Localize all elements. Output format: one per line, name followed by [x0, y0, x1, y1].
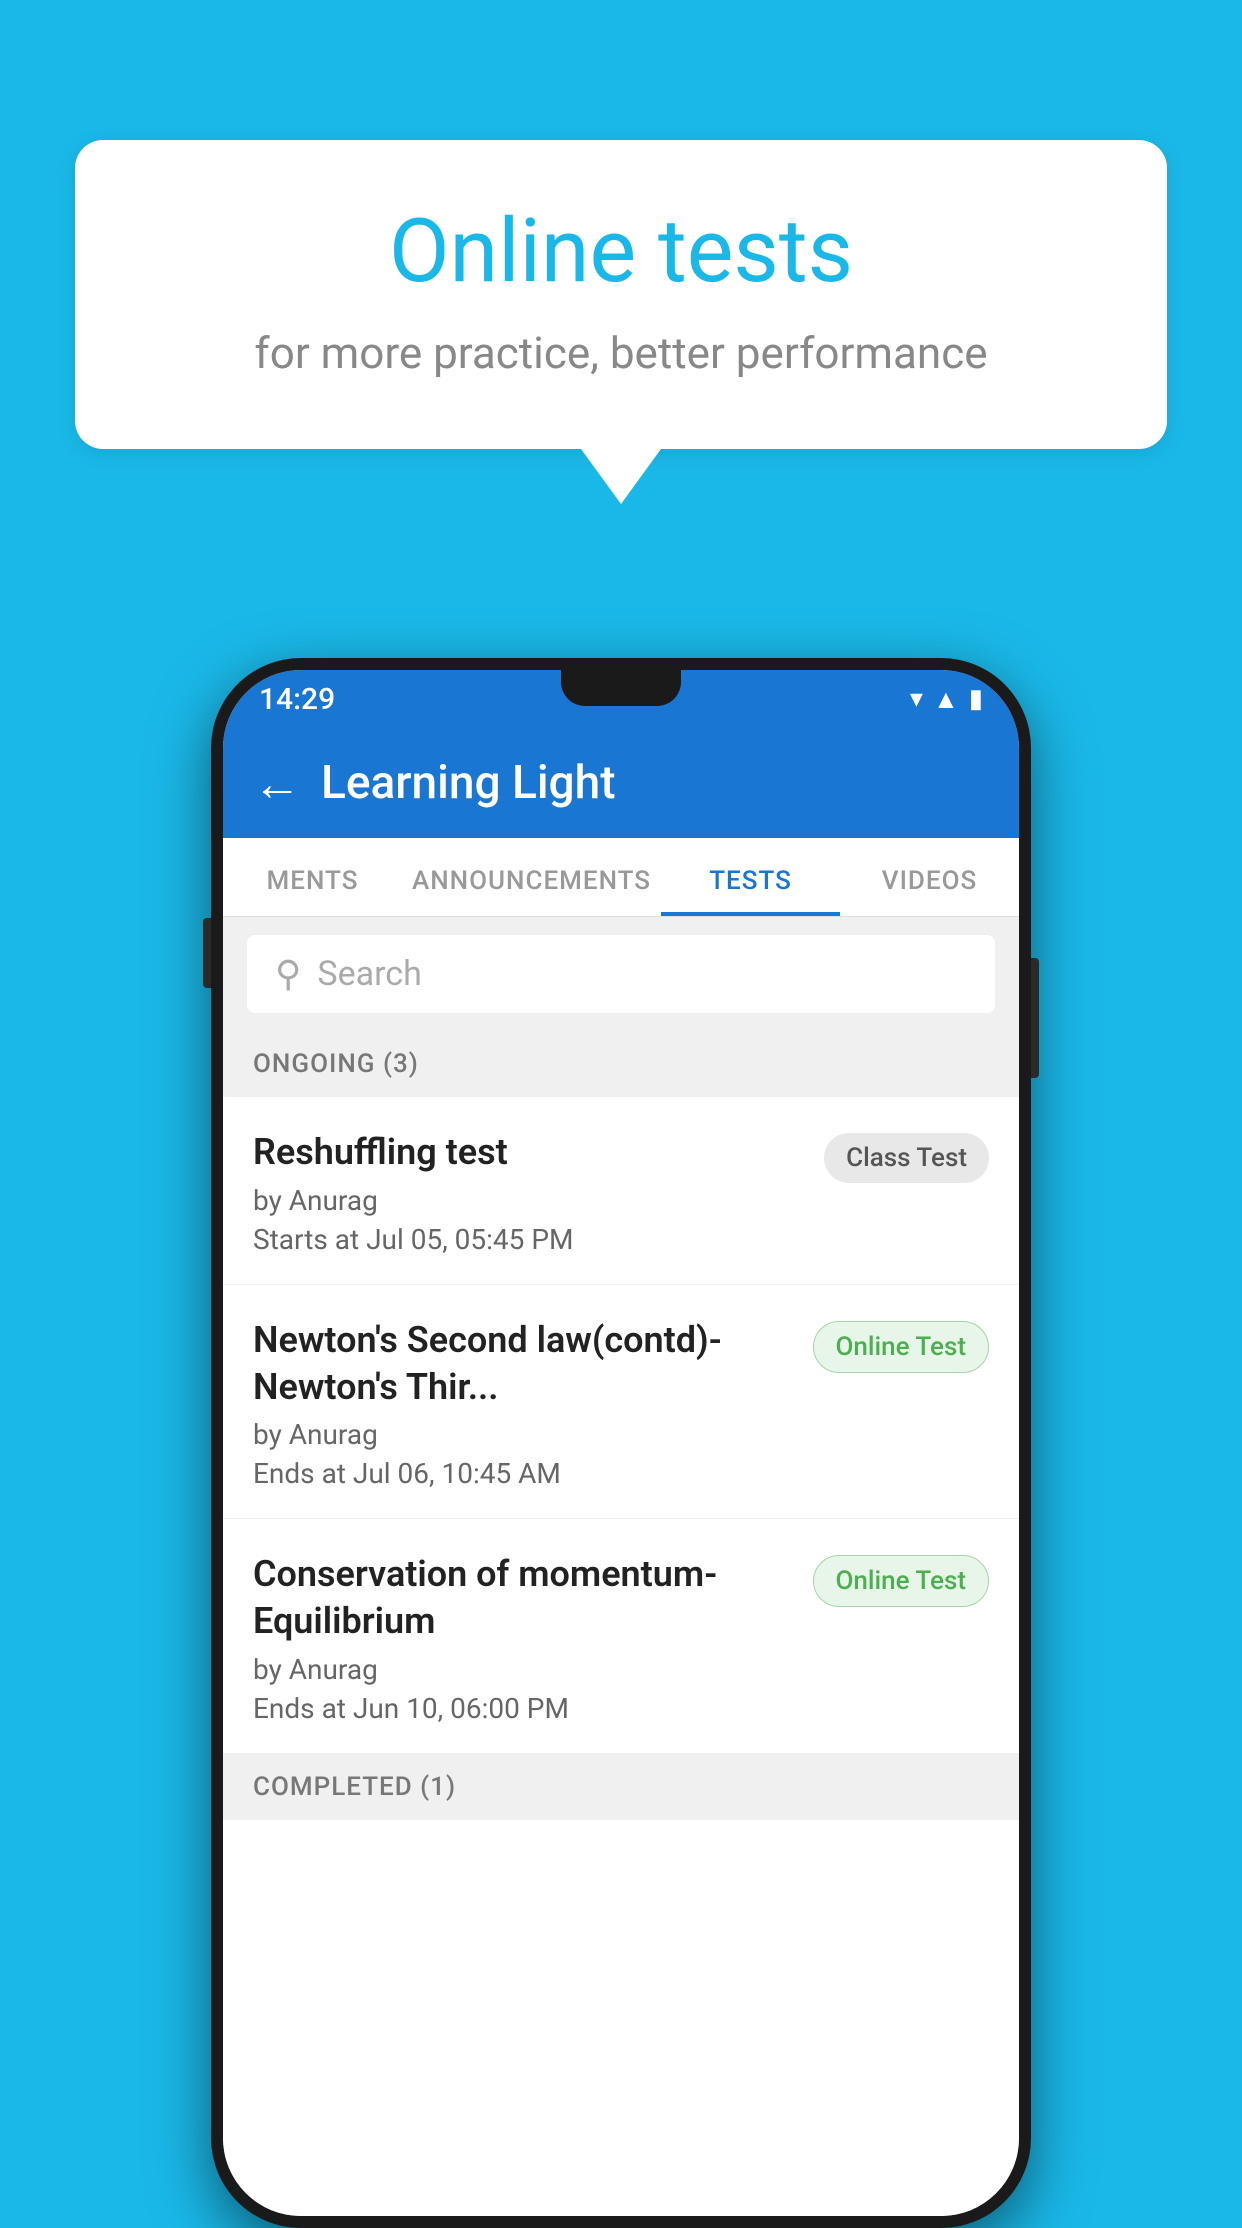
battery-icon: ▮ [969, 684, 983, 714]
test-title-reshuffling: Reshuffling test [253, 1129, 804, 1176]
speech-bubble: Online tests for more practice, better p… [75, 140, 1167, 449]
badge-class-test: Class Test [824, 1133, 989, 1183]
status-time: 14:29 [259, 682, 335, 717]
test-date-conservation: Ends at Jun 10, 06:00 PM [253, 1692, 793, 1725]
completed-label: COMPLETED (1) [253, 1772, 456, 1802]
tab-videos[interactable]: VIDEOS [840, 838, 1019, 916]
notch [561, 670, 681, 706]
test-info-reshuffling: Reshuffling test by Anurag Starts at Jul… [253, 1129, 804, 1256]
phone-frame: 14:29 ▾ ▲ ▮ ← Learning Light MENTS ANNOU… [211, 658, 1031, 2228]
status-icons: ▾ ▲ ▮ [910, 684, 983, 715]
phone-screen: 14:29 ▾ ▲ ▮ ← Learning Light MENTS ANNOU… [223, 670, 1019, 2216]
speech-bubble-subtitle: for more practice, better performance [155, 327, 1087, 379]
test-item-newtons[interactable]: Newton's Second law(contd)-Newton's Thir… [223, 1285, 1019, 1520]
volume-button [203, 918, 211, 988]
test-author-newtons: by Anurag [253, 1418, 793, 1451]
wifi-icon: ▾ [910, 684, 923, 714]
test-date-reshuffling: Starts at Jul 05, 05:45 PM [253, 1223, 804, 1256]
speech-bubble-arrow [581, 449, 661, 504]
tabs-container: MENTS ANNOUNCEMENTS TESTS VIDEOS [223, 838, 1019, 917]
test-info-newtons: Newton's Second law(contd)-Newton's Thir… [253, 1317, 793, 1491]
search-icon: ⚲ [275, 953, 301, 995]
test-item-conservation[interactable]: Conservation of momentum-Equilibrium by … [223, 1519, 1019, 1754]
speech-bubble-container: Online tests for more practice, better p… [75, 140, 1167, 504]
test-title-newtons: Newton's Second law(contd)-Newton's Thir… [253, 1317, 793, 1411]
ongoing-section-header: ONGOING (3) [223, 1031, 1019, 1097]
badge-online-test-1: Online Test [813, 1321, 990, 1373]
search-container: ⚲ Search [223, 917, 1019, 1031]
signal-icon: ▲ [933, 684, 959, 715]
power-button [1031, 958, 1039, 1078]
test-author-conservation: by Anurag [253, 1653, 793, 1686]
search-placeholder: Search [317, 954, 421, 994]
test-date-newtons: Ends at Jul 06, 10:45 AM [253, 1457, 793, 1490]
tab-ments[interactable]: MENTS [223, 838, 402, 916]
test-author-reshuffling: by Anurag [253, 1184, 804, 1217]
app-title: Learning Light [321, 756, 616, 810]
test-title-conservation: Conservation of momentum-Equilibrium [253, 1551, 793, 1645]
test-item-reshuffling[interactable]: Reshuffling test by Anurag Starts at Jul… [223, 1097, 1019, 1285]
ongoing-label: ONGOING (3) [253, 1049, 419, 1079]
tab-announcements[interactable]: ANNOUNCEMENTS [402, 838, 661, 916]
search-bar[interactable]: ⚲ Search [247, 935, 995, 1013]
speech-bubble-title: Online tests [155, 200, 1087, 303]
test-info-conservation: Conservation of momentum-Equilibrium by … [253, 1551, 793, 1725]
tab-tests[interactable]: TESTS [661, 838, 840, 916]
test-list: ONGOING (3) Reshuffling test by Anurag S… [223, 1031, 1019, 2216]
app-bar: ← Learning Light [223, 728, 1019, 838]
back-button[interactable]: ← [253, 755, 301, 812]
completed-section-header: COMPLETED (1) [223, 1754, 1019, 1820]
badge-online-test-2: Online Test [813, 1555, 990, 1607]
